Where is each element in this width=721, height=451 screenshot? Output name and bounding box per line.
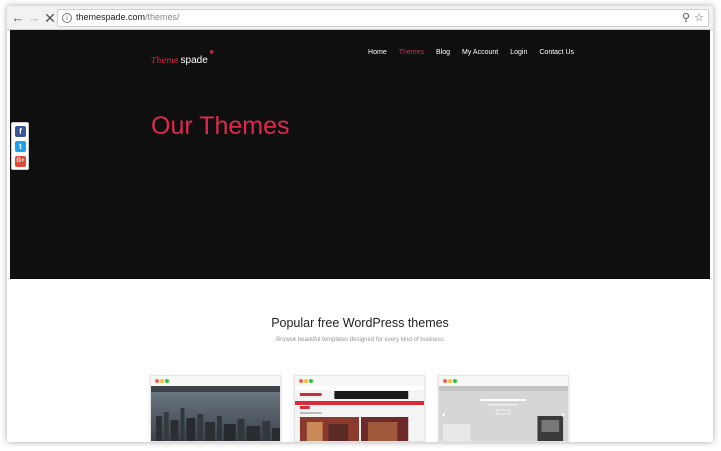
theme-preview-image xyxy=(439,386,568,441)
window-dot-green xyxy=(309,379,313,383)
nav-item-login[interactable]: Login xyxy=(510,49,527,56)
google-plus-icon[interactable]: G+ xyxy=(15,156,26,167)
window-dot-yellow xyxy=(304,379,308,383)
forward-arrow-icon[interactable]: → xyxy=(26,10,42,26)
twitter-icon[interactable]: t xyxy=(15,141,26,152)
back-arrow-icon[interactable]: ← xyxy=(10,10,26,26)
logo-word-text: spade xyxy=(180,55,208,66)
card-browser-bar xyxy=(151,376,280,386)
theme-card[interactable] xyxy=(150,375,281,442)
window-dot-yellow xyxy=(448,379,452,383)
logo-script-text: Theme xyxy=(151,56,179,65)
bookmark-star-icon[interactable]: ☆ xyxy=(694,11,704,25)
theme-card[interactable] xyxy=(438,375,569,442)
theme-preview-image xyxy=(295,386,424,441)
theme-card[interactable] xyxy=(294,375,425,442)
theme-preview-image xyxy=(151,386,280,441)
url-host: themespade.com xyxy=(76,12,146,22)
url-text[interactable]: themespade.com/themes/ xyxy=(76,12,180,22)
hero-section: Theme spade ♠ Home Themes Blog My Account… xyxy=(10,30,710,279)
nav-item-home[interactable]: Home xyxy=(368,49,387,56)
card-browser-bar xyxy=(439,376,568,386)
facebook-icon[interactable]: f xyxy=(15,126,26,137)
stop-loading-icon[interactable]: ✕ xyxy=(42,10,58,26)
browser-window: ← → ✕ i themespade.com/themes/ ⚲ ☆ Theme… xyxy=(7,6,713,442)
social-share-bar: f t G+ xyxy=(11,122,29,170)
spade-icon: ♠ xyxy=(209,47,214,56)
nav-item-contact-us[interactable]: Contact Us xyxy=(539,49,574,56)
section-subtitle: Browse beautiful templates designed for … xyxy=(276,337,444,343)
browser-toolbar: ← → ✕ i themespade.com/themes/ ⚲ ☆ xyxy=(7,6,713,30)
section-title: Popular free WordPress themes xyxy=(271,316,449,330)
site-logo[interactable]: Theme spade ♠ xyxy=(151,47,214,66)
window-dot-red xyxy=(299,379,303,383)
main-nav: Home Themes Blog My Account Login Contac… xyxy=(368,49,574,56)
window-dot-yellow xyxy=(160,379,164,383)
address-bar[interactable]: i themespade.com/themes/ ⚲ ☆ xyxy=(57,9,709,27)
url-path: /themes/ xyxy=(145,12,180,22)
zoom-icon[interactable]: ⚲ xyxy=(682,11,690,25)
nav-item-my-account[interactable]: My Account xyxy=(462,49,498,56)
info-icon[interactable]: i xyxy=(62,13,72,23)
card-browser-bar xyxy=(295,376,424,386)
window-dot-red xyxy=(155,379,159,383)
window-dot-red xyxy=(443,379,447,383)
web-page: Theme spade ♠ Home Themes Blog My Account… xyxy=(10,30,710,442)
nav-item-blog[interactable]: Blog xyxy=(436,49,450,56)
window-dot-green xyxy=(165,379,169,383)
nav-item-themes[interactable]: Themes xyxy=(399,49,424,56)
window-dot-green xyxy=(453,379,457,383)
page-title: Our Themes xyxy=(151,112,290,140)
